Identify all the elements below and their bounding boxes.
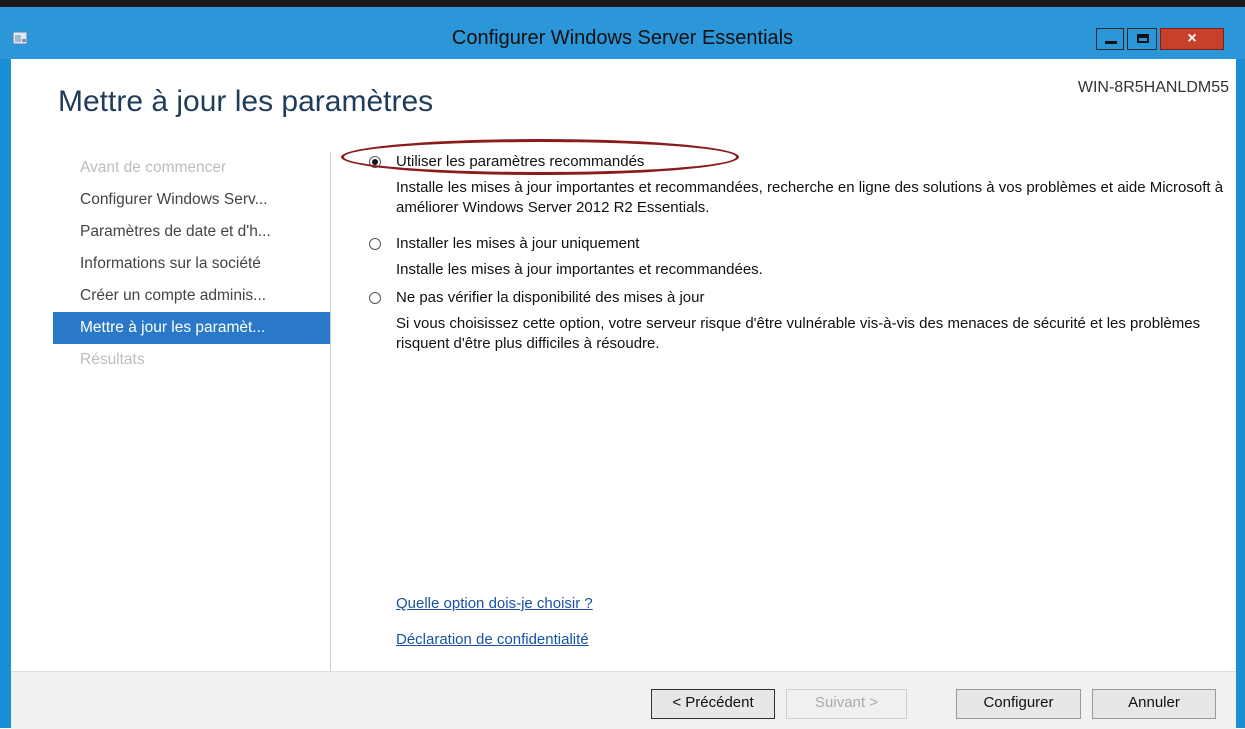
close-icon: ×: [1187, 30, 1197, 47]
minimize-icon: [1105, 41, 1117, 44]
step-create-admin-account[interactable]: Créer un compte adminis...: [53, 280, 331, 312]
maximize-icon: [1137, 34, 1149, 43]
which-option-link[interactable]: Quelle option dois-je choisir ?: [396, 595, 593, 612]
radio-install-only[interactable]: [369, 238, 381, 250]
previous-button[interactable]: < Précédent: [651, 689, 775, 719]
red-highlight-ellipse: [341, 139, 739, 175]
top-edge: [0, 0, 1245, 7]
privacy-statement-link[interactable]: Déclaration de confidentialité: [396, 631, 589, 648]
title-bar[interactable]: Configurer Windows Server Essentials ×: [0, 7, 1245, 59]
server-name: WIN-8R5HANLDM55: [1077, 79, 1229, 96]
option-no-check-description: Si vous choisissez cette option, votre s…: [396, 315, 1201, 352]
maximize-button[interactable]: [1127, 28, 1157, 50]
option-no-check-label[interactable]: Ne pas vérifier la disponibilité des mis…: [396, 288, 1229, 308]
configure-button[interactable]: Configurer: [956, 689, 1081, 719]
step-company-information[interactable]: Informations sur la société: [53, 248, 331, 280]
wizard-steps-sidebar: Avant de commencer Configurer Windows Se…: [53, 152, 331, 376]
wizard-content: WIN-8R5HANLDM55 Mettre à jour les paramè…: [11, 59, 1236, 729]
wizard-footer: < Précédent Suivant > Configurer Annuler: [11, 671, 1236, 729]
step-results: Résultats: [80, 351, 145, 368]
step-before-you-begin: Avant de commencer: [80, 159, 227, 176]
update-options-group: Utiliser les paramètres recommandés Inst…: [369, 152, 1229, 354]
option-install-only[interactable]: Installer les mises à jour uniquement In…: [369, 234, 1229, 288]
option-install-only-label[interactable]: Installer les mises à jour uniquement: [396, 234, 1229, 254]
step-date-time-settings[interactable]: Paramètres de date et d'h...: [53, 216, 331, 248]
setup-window: Configurer Windows Server Essentials × W…: [0, 0, 1245, 729]
option-no-check[interactable]: Ne pas vérifier la disponibilité des mis…: [369, 288, 1229, 354]
cancel-button[interactable]: Annuler: [1092, 689, 1216, 719]
option-install-only-description: Installe les mises à jour importantes et…: [396, 261, 763, 278]
next-button: Suivant >: [786, 689, 907, 719]
step-update-settings[interactable]: Mettre à jour les paramèt...: [53, 312, 331, 344]
sidebar-divider: [330, 152, 331, 672]
page-title: Mettre à jour les paramètres: [58, 85, 434, 118]
close-button[interactable]: ×: [1160, 28, 1224, 50]
minimize-button[interactable]: [1096, 28, 1124, 50]
option-recommended-description: Installe les mises à jour importantes et…: [396, 179, 1224, 216]
radio-no-check[interactable]: [369, 292, 381, 304]
step-configure-windows-server[interactable]: Configurer Windows Serv...: [53, 184, 331, 216]
window-title: Configurer Windows Server Essentials: [451, 27, 794, 49]
